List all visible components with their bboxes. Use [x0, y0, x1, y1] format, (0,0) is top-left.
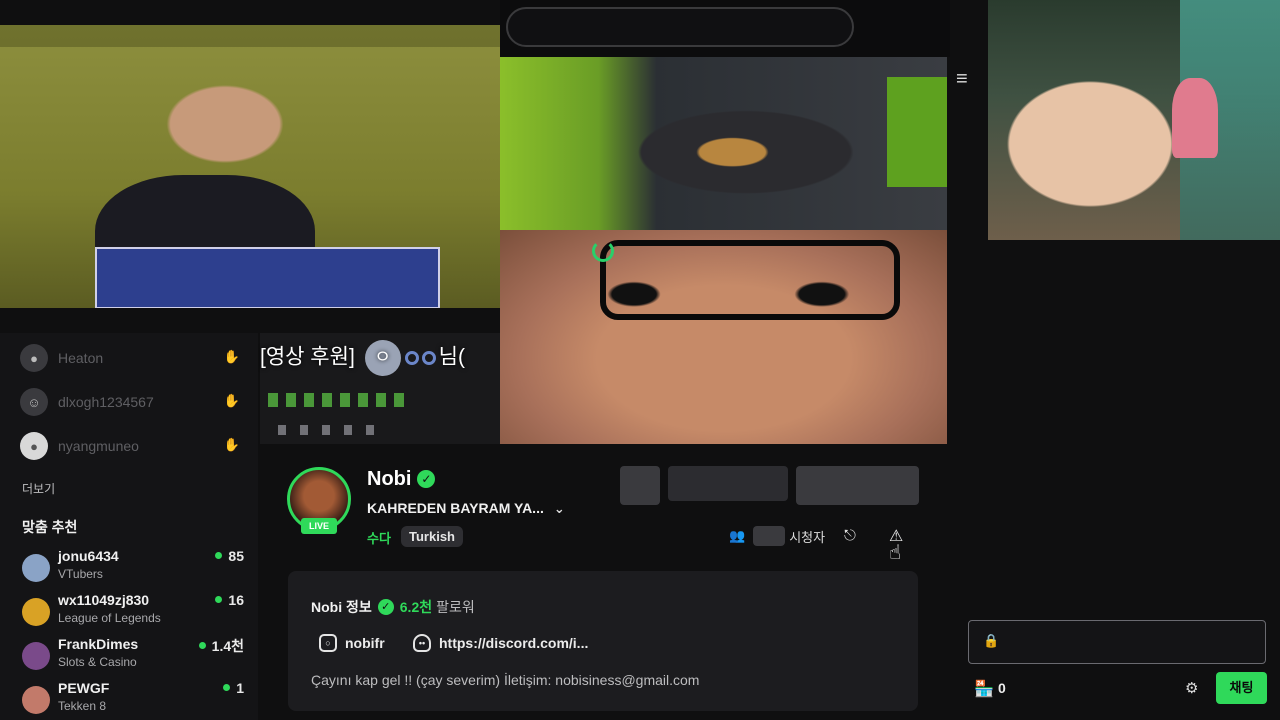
action-button[interactable] [668, 466, 788, 501]
about-panel: Nobi 정보 ✓ 6.2천 팔로워 ○ nobifr •• https://disc… [288, 571, 918, 711]
gear-icon[interactable]: ⚙ [1185, 679, 1198, 697]
collapse-chat-icon[interactable]: ≡ [956, 68, 978, 90]
avatar: ● [20, 432, 48, 460]
overlay-green-panel [887, 77, 947, 187]
donation-dot-icon [421, 351, 436, 365]
recommended-item[interactable]: FrankDimes Slots & Casino 1.4천 [22, 636, 244, 676]
channel-name-text: Nobi [367, 468, 412, 490]
discord-icon: •• [413, 634, 431, 652]
viewer-label: 시청자 [789, 529, 826, 545]
search-input[interactable] [506, 7, 854, 47]
chat-input[interactable]: 🔒 [968, 620, 1266, 664]
channel-name[interactable]: Nobi ✓ [367, 468, 436, 491]
avatar [22, 642, 50, 670]
recommended-category: Tekken 8 [58, 699, 107, 713]
avatar [22, 554, 50, 582]
offline-icon: ✋ [223, 393, 240, 408]
recommended-viewers: 85 [215, 548, 244, 564]
action-button[interactable] [620, 466, 660, 505]
recommended-item[interactable]: PEWGF Tekken 8 1 [22, 680, 244, 720]
verified-icon: ✓ [377, 599, 394, 615]
overlay-emote-row-2 [278, 425, 378, 435]
recommended-viewers: 1 [223, 680, 244, 696]
overlay-band [0, 25, 500, 47]
viewer-count: 👥 시청자 [729, 525, 825, 547]
follow-button[interactable] [796, 466, 919, 505]
verified-icon: ✓ [417, 470, 436, 488]
live-badge: LIVE [301, 518, 337, 534]
instagram-icon: ○ [319, 634, 337, 652]
following-name: Heaton [58, 350, 104, 366]
store-icon[interactable]: 🏪 [974, 679, 994, 699]
recommended-item[interactable]: wx11049zj830 League of Legends 16 [22, 592, 244, 632]
instagram-link[interactable]: ○ nobifr [319, 634, 385, 652]
donation-avatar: ㅇ [364, 340, 401, 376]
loading-spinner-icon [592, 240, 614, 262]
recommended-viewers: 16 [215, 592, 244, 608]
stream-title-text: KAHREDEN BAYRAM YA... [367, 500, 544, 516]
recommended-name: wx11049zj830 [58, 592, 150, 608]
donation-message: [영상 후원] ㅇ 님( [260, 340, 465, 376]
hand-cursor-icon: ☝ [889, 542, 902, 564]
user-icon: ☺ [20, 388, 48, 416]
follower-label: 팔로워 [436, 599, 475, 615]
avatar [22, 598, 50, 626]
recommended-name: FrankDimes [58, 636, 139, 652]
overlay-banner [95, 247, 440, 308]
donation-prefix: [영상 후원] [260, 345, 355, 369]
following-name: dlxogh1234567 [58, 394, 154, 410]
recommended-category: Slots & Casino [58, 655, 137, 669]
overlay-glasses [600, 240, 900, 320]
webcam-video [988, 0, 1280, 240]
discord-url: https://discord.com/i... [439, 635, 589, 651]
follower-count: 6.2천 [399, 599, 433, 615]
recommended-category: VTubers [58, 567, 103, 581]
webcam-figure [1172, 78, 1218, 158]
lock-icon: 🔒 [983, 633, 1000, 648]
category-link[interactable]: 수다 [367, 528, 391, 547]
main-video[interactable] [500, 230, 947, 444]
sidebar-following-item[interactable]: ☺ dlxogh1234567 ✋ [20, 385, 248, 419]
recommended-title: 맞춤 추천 [22, 519, 78, 535]
offline-icon: ✋ [223, 349, 240, 364]
sidebar-following-item[interactable]: ● nyangmuneo ✋ [20, 429, 248, 463]
recommended-name: jonu6434 [58, 548, 119, 564]
sidebar-following-item[interactable]: ● Heaton ✋ [20, 341, 248, 375]
viewer-count-value [753, 526, 786, 546]
share-icon[interactable]: ⎋ [844, 527, 856, 544]
recommended-category: League of Legends [58, 611, 161, 625]
recommended-name: PEWGF [58, 680, 110, 696]
tag-badge[interactable]: Turkish [401, 526, 463, 547]
about-title-text: Nobi 정보 [311, 599, 372, 615]
channel-bio: Çayını kap gel !! (çay severim) İletişim… [311, 672, 700, 688]
store-count: 0 [998, 680, 1006, 696]
donation-dot-icon [404, 351, 419, 365]
overlay-video-mid [500, 57, 947, 230]
donation-suffix: 님( [438, 345, 465, 369]
chevron-down-icon[interactable]: ⌄ [554, 501, 565, 516]
recommended-item[interactable]: jonu6434 VTubers 85 [22, 548, 244, 588]
more-link[interactable]: 더보기 [22, 480, 55, 497]
stream-title[interactable]: KAHREDEN BAYRAM YA... ⌄ [367, 500, 565, 517]
overlay-video-left [0, 25, 500, 308]
discord-link[interactable]: •• https://discord.com/i... [413, 634, 588, 652]
avatar: ● [20, 344, 48, 372]
overlay-emote-row [268, 393, 408, 407]
recommended-viewers: 1.4천 [199, 636, 244, 656]
following-name: nyangmuneo [58, 438, 139, 454]
about-title: Nobi 정보 ✓ 6.2천 팔로워 [311, 597, 475, 617]
instagram-handle: nobifr [345, 635, 385, 651]
offline-icon: ✋ [223, 437, 240, 452]
avatar [22, 686, 50, 714]
viewers-icon: 👥 [729, 528, 746, 543]
chat-send-button[interactable]: 채팅 [1216, 672, 1267, 704]
